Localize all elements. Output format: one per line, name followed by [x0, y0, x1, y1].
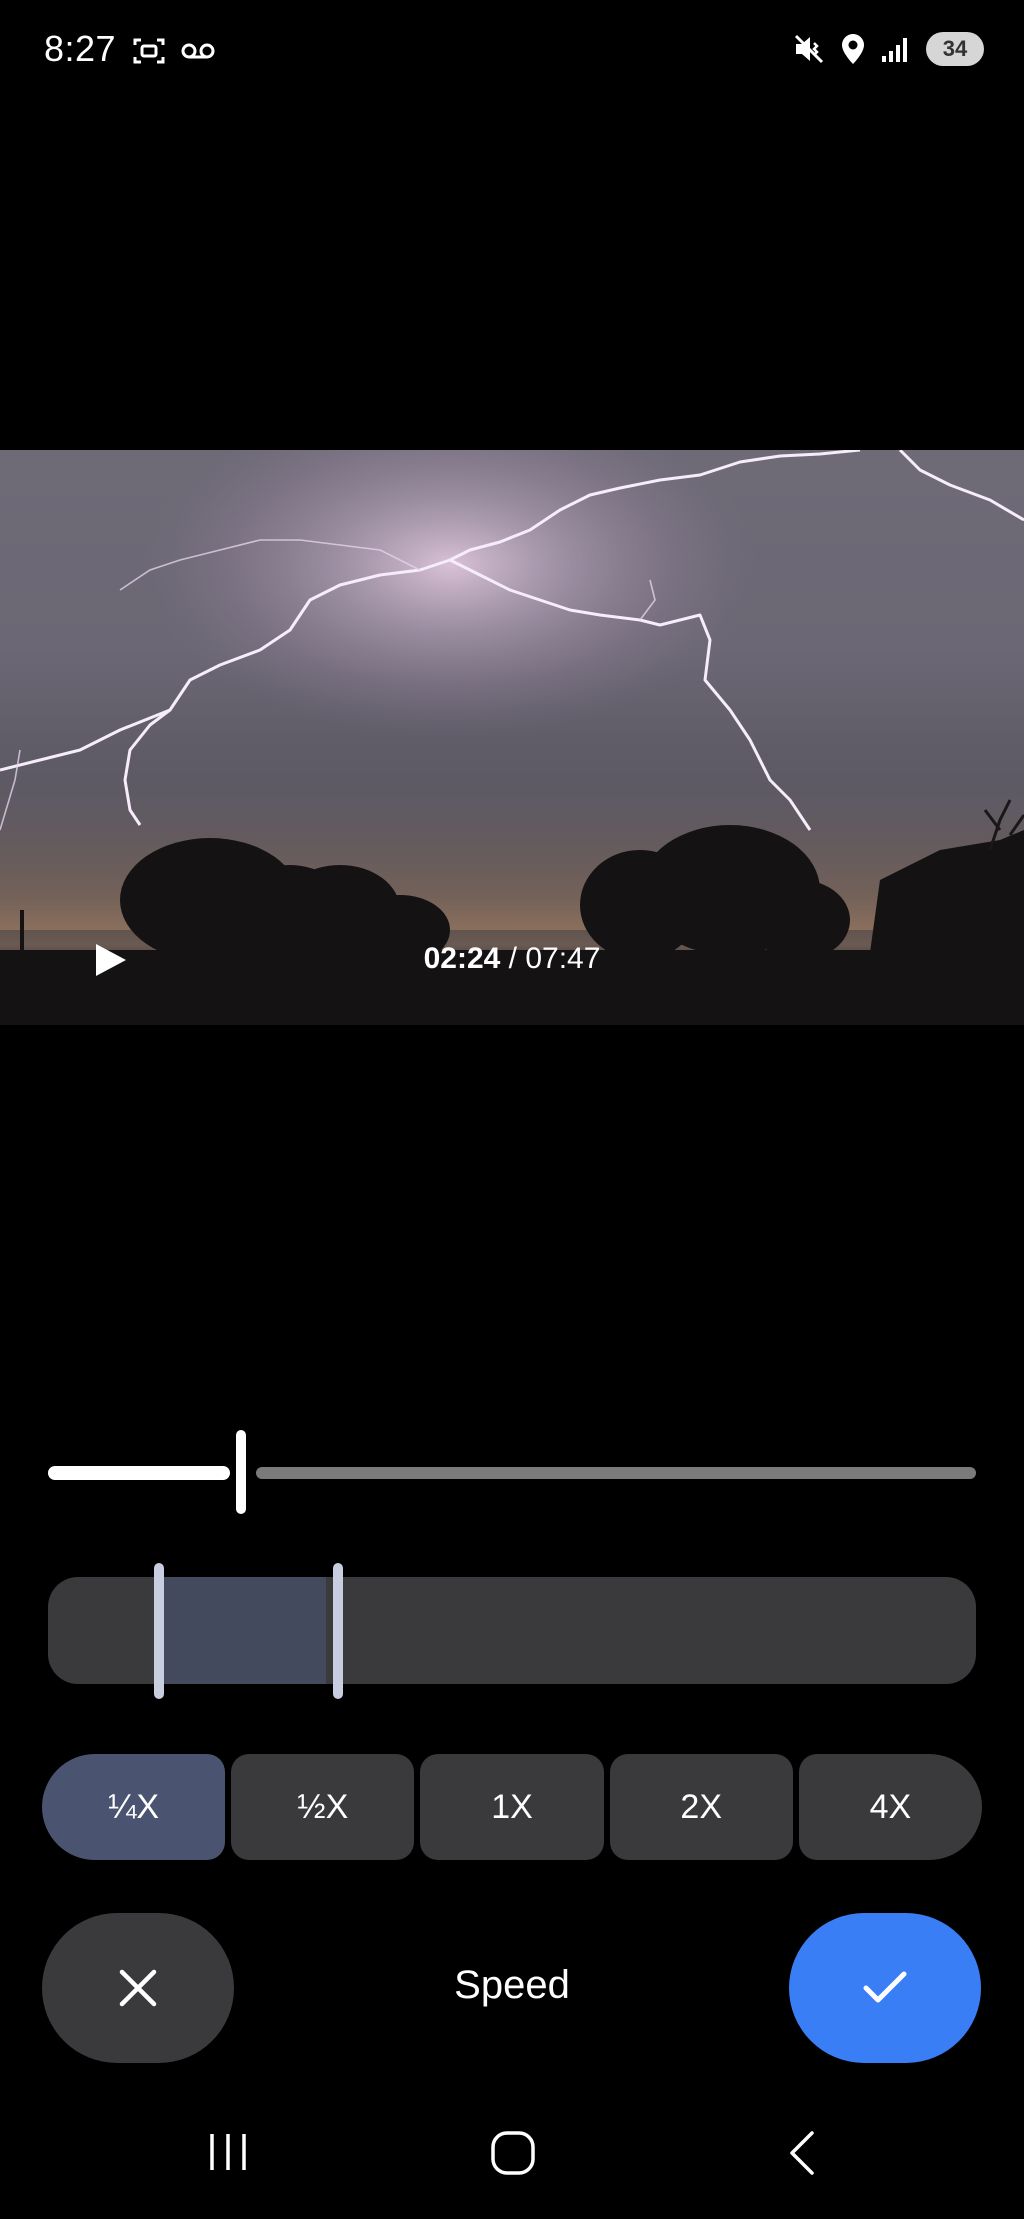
voicemail-icon	[181, 43, 215, 59]
home-icon[interactable]	[490, 2130, 536, 2176]
scrubber-handle[interactable]	[236, 1430, 246, 1514]
status-left-icons	[132, 36, 216, 66]
scrubber-remaining-track[interactable]	[256, 1467, 976, 1479]
speed-half-button[interactable]: ½X	[231, 1754, 415, 1860]
status-bar: 8:27 34	[0, 0, 1024, 110]
location-icon	[842, 34, 864, 64]
status-time: 8:27	[44, 28, 117, 69]
check-icon	[863, 1971, 907, 2003]
battery-indicator: 34	[926, 32, 984, 66]
system-nav-bar	[0, 2110, 1024, 2200]
scrubber-played-track	[48, 1466, 230, 1480]
recent-apps-icon[interactable]	[206, 2130, 250, 2174]
lightning-video-frame	[0, 450, 1024, 1025]
status-right-icons: 34	[792, 32, 984, 66]
speed-quarter-button[interactable]: ¼X	[42, 1754, 226, 1860]
signal-icon	[882, 38, 907, 62]
speed-2x-button[interactable]: 2X	[609, 1754, 793, 1860]
confirm-button[interactable]	[789, 1913, 981, 2063]
current-time: 02:24	[423, 942, 501, 975]
mute-vibrate-icon	[794, 34, 824, 64]
range-end-handle[interactable]	[333, 1563, 343, 1699]
speed-range-selection[interactable]	[162, 1577, 326, 1684]
speed-4x-button[interactable]: 4X	[798, 1754, 983, 1860]
playback-scrubber[interactable]	[48, 1430, 976, 1520]
speed-1x-button[interactable]: 1X	[420, 1754, 604, 1860]
speed-range-track[interactable]	[48, 1563, 976, 1699]
video-preview[interactable]: 02:24 / 07:47	[0, 450, 1024, 1025]
time-separator: /	[500, 942, 526, 975]
range-start-handle[interactable]	[154, 1563, 164, 1699]
screenshot-icon	[133, 38, 165, 64]
time-readout: 02:24 / 07:47	[0, 942, 1024, 976]
total-time: 07:47	[525, 942, 601, 975]
speed-options: ¼X ½X 1X 2X 4X	[42, 1754, 983, 1860]
back-icon[interactable]	[786, 2130, 816, 2176]
